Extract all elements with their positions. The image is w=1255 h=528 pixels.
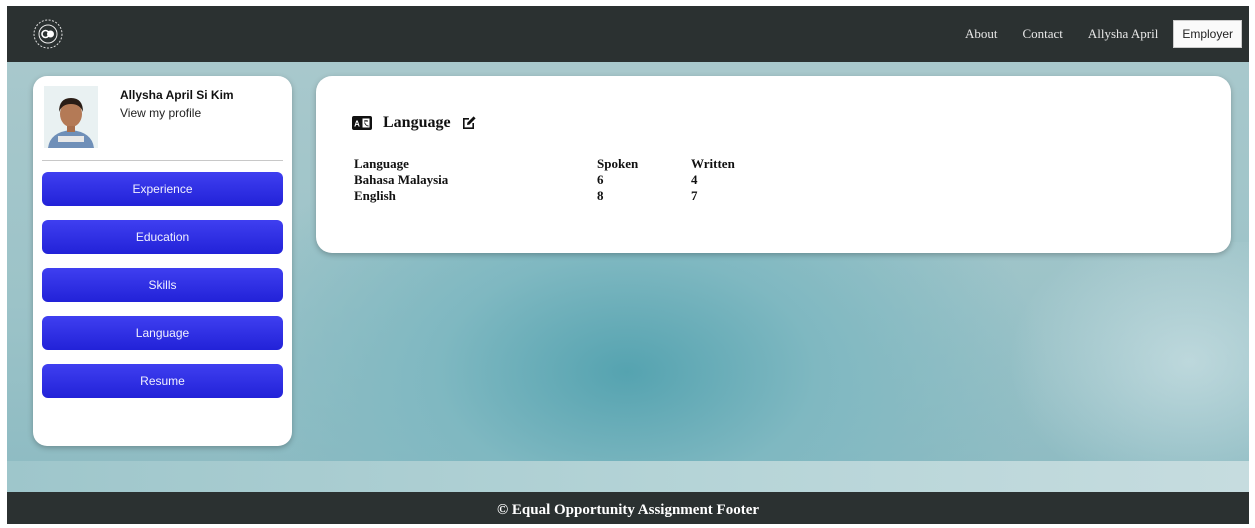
column-header: Spoken — [597, 156, 639, 171]
edit-icon[interactable] — [461, 115, 477, 131]
language-cell: Bahasa Malaysia — [354, 172, 449, 187]
sidebar-item-skills[interactable]: Skills — [42, 268, 283, 302]
spoken-cell: 8 — [597, 188, 604, 203]
language-table: Language Spoken Written Bahasa Malaysia … — [354, 156, 751, 204]
language-cell: English — [354, 188, 396, 203]
nav-user-link[interactable]: Allysha April — [1088, 26, 1158, 42]
employer-button[interactable]: Employer — [1173, 20, 1242, 48]
avatar-photo-icon — [44, 86, 98, 148]
profile-name: Allysha April Si Kim — [120, 88, 234, 102]
column-header: Language — [354, 156, 409, 171]
equal-opportunity-logo-icon[interactable] — [32, 18, 64, 50]
nav-contact-link[interactable]: Contact — [1022, 26, 1062, 42]
sidebar-item-experience[interactable]: Experience — [42, 172, 283, 206]
language-card: A Language Language Spoken Written Bahas… — [316, 76, 1231, 253]
page-footer: © Equal Opportunity Assignment Footer — [7, 492, 1249, 524]
profile-sidebar: Allysha April Si Kim View my profile Exp… — [33, 76, 292, 446]
column-header: Written — [691, 156, 735, 171]
top-navbar: About Contact Allysha April Employer — [7, 6, 1249, 62]
bottom-band — [7, 461, 1249, 492]
sidebar-item-language[interactable]: Language — [42, 316, 283, 350]
sidebar-item-education[interactable]: Education — [42, 220, 283, 254]
avatar[interactable] — [44, 86, 98, 148]
sidebar-item-resume[interactable]: Resume — [42, 364, 283, 398]
written-cell: 4 — [691, 172, 698, 187]
table-header-row: Language Spoken Written — [354, 156, 751, 172]
nav-about-link[interactable]: About — [965, 26, 998, 42]
table-row: Bahasa Malaysia 6 4 — [354, 172, 751, 188]
table-row: English 8 7 — [354, 188, 751, 204]
language-icon: A — [352, 116, 372, 130]
card-title: Language — [383, 114, 451, 131]
spoken-cell: 6 — [597, 172, 604, 187]
nav-links: About Contact Allysha April Employer — [965, 6, 1249, 62]
svg-text:A: A — [354, 120, 360, 129]
written-cell: 7 — [691, 188, 698, 203]
sidebar-divider — [42, 160, 283, 161]
view-profile-link[interactable]: View my profile — [120, 106, 201, 120]
card-header: A Language — [352, 114, 477, 132]
